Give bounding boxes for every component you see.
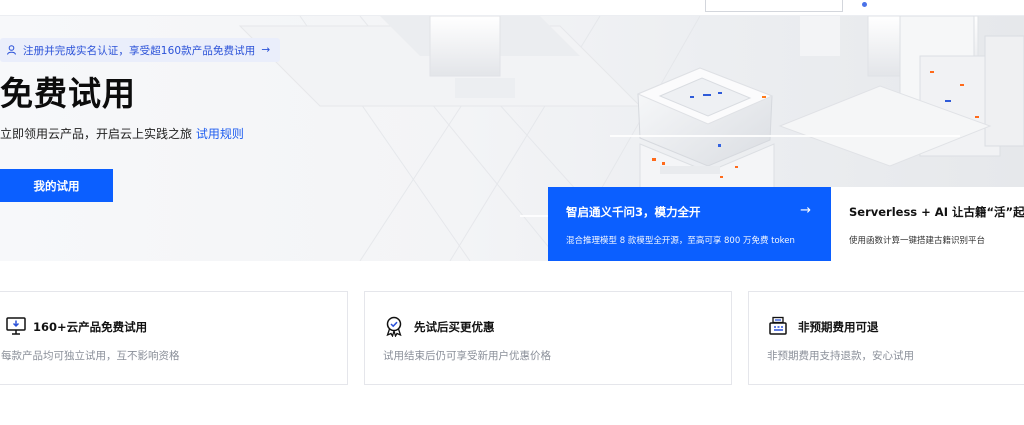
feature-title: 160+云产品免费试用 [33,320,148,334]
feature-description: 每款产品均可独立试用，互不影响资格 [1,350,180,362]
feature-card-try-before-buy: 先试后买更优惠 试用结束后仍可享受新用户优惠价格 [364,291,732,385]
registration-promo-banner[interactable]: 注册并完成实名认证，享受超160款产品免费试用 → [0,38,281,62]
hero-subtitle-text: 立即领用云产品，开启云上实践之旅 [0,127,193,141]
card-title: Serverless + AI 让古籍“活”起来 [849,205,1024,219]
feature-description: 试用结束后仍可享受新用户优惠价格 [383,350,551,362]
serverless-ai-promo-card[interactable]: Serverless + AI 让古籍“活”起来 使用函数计算一键搭建古籍识别平… [831,187,1024,261]
feature-card-free-trial: 160+云产品免费试用 每款产品均可独立试用，互不影响资格 [0,291,348,385]
monitor-download-icon [6,317,26,335]
hero-subtitle: 立即领用云产品，开启云上实践之旅 试用规则 [0,126,244,142]
feature-title: 先试后买更优惠 [414,320,495,334]
feature-card-refund: 非预期费用可退 非预期费用支持退款，安心试用 [748,291,1024,385]
card-title: 智启通义千问3，模力全开 [566,205,701,219]
card-description: 混合推理模型 8 款模型全开源，至高可享 800 万免费 token [566,236,795,246]
feature-title: 非预期费用可退 [798,320,879,334]
card-description: 使用函数计算一键搭建古籍识别平台 [849,236,986,246]
arrow-right-icon: → [800,203,811,218]
top-navigation-bar [0,0,1024,16]
feature-description: 非预期费用支持退款，安心试用 [767,350,914,362]
top-search-input[interactable] [705,0,843,12]
top-nav-indicator-icon [862,2,867,7]
page-title: 免费试用 [0,74,136,113]
cash-register-icon [769,316,787,335]
award-badge-icon [386,316,402,337]
hero-banner: 注册并完成实名认证，享受超160款产品免费试用 → 免费试用 立即领用云产品，开… [0,16,1024,261]
user-verify-icon [7,45,16,55]
arrow-right-icon: → [261,44,271,56]
my-trial-button[interactable]: 我的试用 [0,169,113,202]
trial-rules-link[interactable]: 试用规则 [196,127,244,141]
qwen3-promo-card[interactable]: 智启通义千问3，模力全开 → 混合推理模型 8 款模型全开源，至高可享 800 … [548,187,831,261]
promo-text: 注册并完成实名认证，享受超160款产品免费试用 [23,44,256,57]
